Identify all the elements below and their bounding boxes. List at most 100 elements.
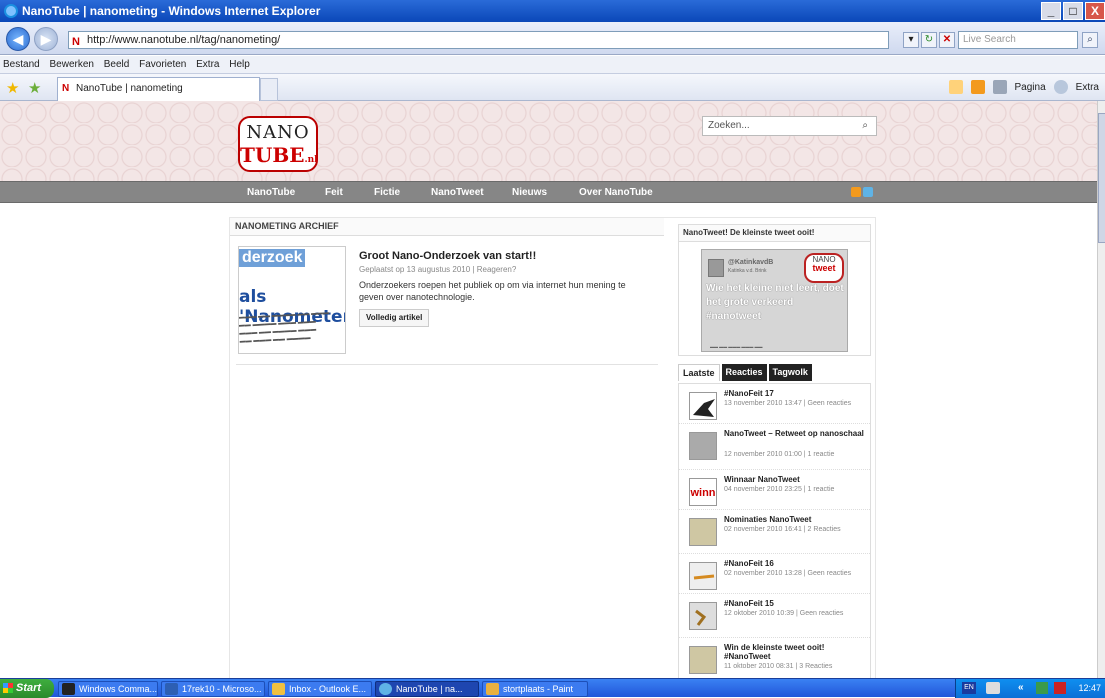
nav-fictie[interactable]: Fictie [374, 182, 400, 204]
post-thumbnail [689, 602, 717, 630]
rss-icon[interactable] [851, 187, 861, 197]
add-favorite-icon[interactable]: ★ [28, 79, 41, 97]
list-item-meta: 04 november 2010 23:25 | 1 reactie [724, 486, 835, 493]
tab-laatste[interactable]: Laatste [678, 364, 720, 381]
site-nav: NanoTube Feit Fictie NanoTweet Nieuws Ov… [0, 181, 1097, 203]
list-item-title[interactable]: Win de kleinste tweet ooit! #NanoTweet [724, 643, 868, 661]
web-page: NANO TUBE.nl Zoeken... ⌕ NanoTube Feit F… [0, 101, 1097, 678]
avatar [708, 259, 724, 277]
nanotube-logo[interactable]: NANO TUBE.nl [238, 116, 318, 172]
live-search-input[interactable]: Live Search [958, 31, 1078, 49]
scrollbar-thumb[interactable] [1098, 113, 1105, 243]
favorites-star-icon[interactable]: ★ [6, 79, 19, 97]
search-icon[interactable]: ⌕ [862, 117, 868, 135]
list-item[interactable]: #NanoFeit 15 12 oktober 2010 10:39 | Gee… [679, 594, 870, 638]
post-thumbnail [689, 646, 717, 674]
menu-favorieten[interactable]: Favorieten [139, 59, 186, 70]
list-item[interactable]: winn Winnaar NanoTweet 04 november 2010 … [679, 470, 870, 510]
windows-flag-icon [3, 683, 13, 693]
post-title[interactable]: Groot Nano-Onderzoek van start!! [359, 250, 536, 262]
outlook-icon [272, 683, 285, 695]
print-icon[interactable] [992, 80, 1007, 94]
pagina-menu[interactable]: Pagina [1015, 82, 1046, 93]
recent-posts-list: #NanoFeit 17 13 november 2010 13:47 | Ge… [678, 383, 871, 678]
new-tab-button[interactable] [260, 78, 278, 101]
menu-help[interactable]: Help [229, 59, 250, 70]
forward-button[interactable]: ▶ [34, 27, 58, 51]
menu-bewerken[interactable]: Bewerken [49, 59, 93, 70]
system-tray: EN « 12:47 [955, 679, 1105, 698]
taskbar-item-word[interactable]: 17rek10 - Microso... [161, 681, 265, 697]
minimize-button[interactable]: _ [1041, 2, 1061, 20]
nav-nanotube[interactable]: NanoTube [247, 182, 295, 204]
nav-feit[interactable]: Feit [325, 182, 343, 204]
site-header: NANO TUBE.nl Zoeken... ⌕ [0, 101, 1097, 181]
archive-heading: NANOMETING ARCHIEF [230, 218, 664, 236]
keyboard-icon[interactable] [986, 682, 1000, 694]
address-field[interactable]: N http://www.nanotube.nl/tag/nanometing/ [68, 31, 889, 49]
back-button[interactable]: ◀ [6, 27, 30, 51]
nav-nanotweet[interactable]: NanoTweet [431, 182, 484, 204]
post-thumbnail [689, 518, 717, 546]
taskbar: Start Windows Comma... 17rek10 - Microso… [0, 678, 1105, 698]
tab-bar: ★ ★ N NanoTube | nanometing Pagina Extra [0, 74, 1105, 101]
post-thumbnail[interactable]: derzoek als 'Nanometer'! ▬▬▬ ▬▬ ▬▬▬▬ ▬▬ … [238, 246, 346, 354]
taskbar-item-paint[interactable]: stortplaats - Paint [482, 681, 588, 697]
tab-nanotube[interactable]: N NanoTube | nanometing [57, 77, 260, 101]
list-item-meta: 12 oktober 2010 10:39 | Geen reacties [724, 610, 844, 617]
list-item-title[interactable]: #NanoFeit 17 [724, 389, 868, 398]
taskbar-item-cmd[interactable]: Windows Comma... [58, 681, 158, 697]
nav-over-nanotube[interactable]: Over NanoTube [579, 182, 653, 204]
post-thumbnail [689, 392, 717, 420]
post-meta: Geplaatst op 13 augustus 2010 | Reageren… [359, 265, 517, 274]
list-item-meta: 13 november 2010 13:47 | Geen reacties [724, 400, 852, 407]
menu-bestand[interactable]: Bestand [3, 59, 40, 70]
nanotweet-badge: NANO tweet [804, 253, 844, 283]
taskbar-item-ie[interactable]: NanoTube | na... [375, 681, 479, 697]
nav-nieuws[interactable]: Nieuws [512, 182, 547, 204]
list-item-meta: 02 november 2010 16:41 | 2 Reacties [724, 526, 841, 533]
show-hidden-icons[interactable]: « [1018, 682, 1024, 693]
logo-nano-text: NANO [246, 122, 310, 143]
tab-favicon-icon: N [62, 83, 70, 94]
list-item[interactable]: #NanoFeit 16 02 november 2010 13:28 | Ge… [679, 554, 870, 594]
tweet-message: Wie het kleine niet leert, doet het grot… [706, 283, 844, 322]
page-scrollbar[interactable] [1097, 101, 1105, 678]
feeds-icon[interactable] [970, 80, 985, 94]
clock: 12:47 [1078, 683, 1101, 693]
read-more-button[interactable]: Volledig artikel [359, 309, 430, 327]
address-dropdown-icon[interactable]: ▾ [903, 32, 919, 48]
nanotweet-image[interactable]: @KatinkavdB Katinka v.d. Brink NANO tweet… [701, 249, 848, 352]
list-item[interactable]: #NanoFeit 17 13 november 2010 13:47 | Ge… [679, 384, 870, 424]
close-button[interactable]: X [1085, 2, 1105, 20]
menu-beeld[interactable]: Beeld [104, 59, 130, 70]
ie-icon [4, 4, 18, 18]
language-indicator[interactable]: EN [962, 682, 976, 694]
stop-icon[interactable]: ✕ [939, 32, 955, 48]
tab-reacties[interactable]: Reacties [721, 364, 767, 381]
search-icon[interactable]: ⌕ [1082, 32, 1098, 48]
list-item[interactable]: Win de kleinste tweet ooit! #NanoTweet 1… [679, 638, 870, 678]
window-controls: _ □ X [1039, 2, 1105, 20]
antivirus-icon [1054, 682, 1066, 694]
site-search-input[interactable]: Zoeken... ⌕ [702, 116, 877, 136]
list-item-title[interactable]: #NanoFeit 15 [724, 599, 868, 608]
twitter-icon[interactable] [863, 187, 873, 197]
window-title: NanoTube | nanometing - Windows Internet… [22, 4, 321, 18]
maximize-button[interactable]: □ [1063, 2, 1083, 20]
paint-icon [486, 683, 499, 695]
start-button[interactable]: Start [0, 679, 54, 698]
refresh-icon[interactable]: ↻ [921, 32, 937, 48]
list-item-title[interactable]: #NanoFeit 16 [724, 559, 868, 568]
home-icon[interactable] [948, 80, 963, 94]
network-icon [1036, 682, 1048, 694]
extra-menu[interactable]: Extra [1076, 82, 1099, 93]
list-item[interactable]: Nominaties NanoTweet 02 november 2010 16… [679, 510, 870, 554]
list-item[interactable]: NanoTweet – Retweet op nanoschaal 12 nov… [679, 424, 870, 470]
list-item-title[interactable]: Nominaties NanoTweet [724, 515, 868, 524]
taskbar-item-outlook[interactable]: Inbox - Outlook E... [268, 681, 372, 697]
tab-tagwolk[interactable]: Tagwolk [768, 364, 812, 381]
menu-extra[interactable]: Extra [196, 59, 219, 70]
list-item-title[interactable]: NanoTweet – Retweet op nanoschaal [724, 429, 868, 438]
list-item-title[interactable]: Winnaar NanoTweet [724, 475, 868, 484]
